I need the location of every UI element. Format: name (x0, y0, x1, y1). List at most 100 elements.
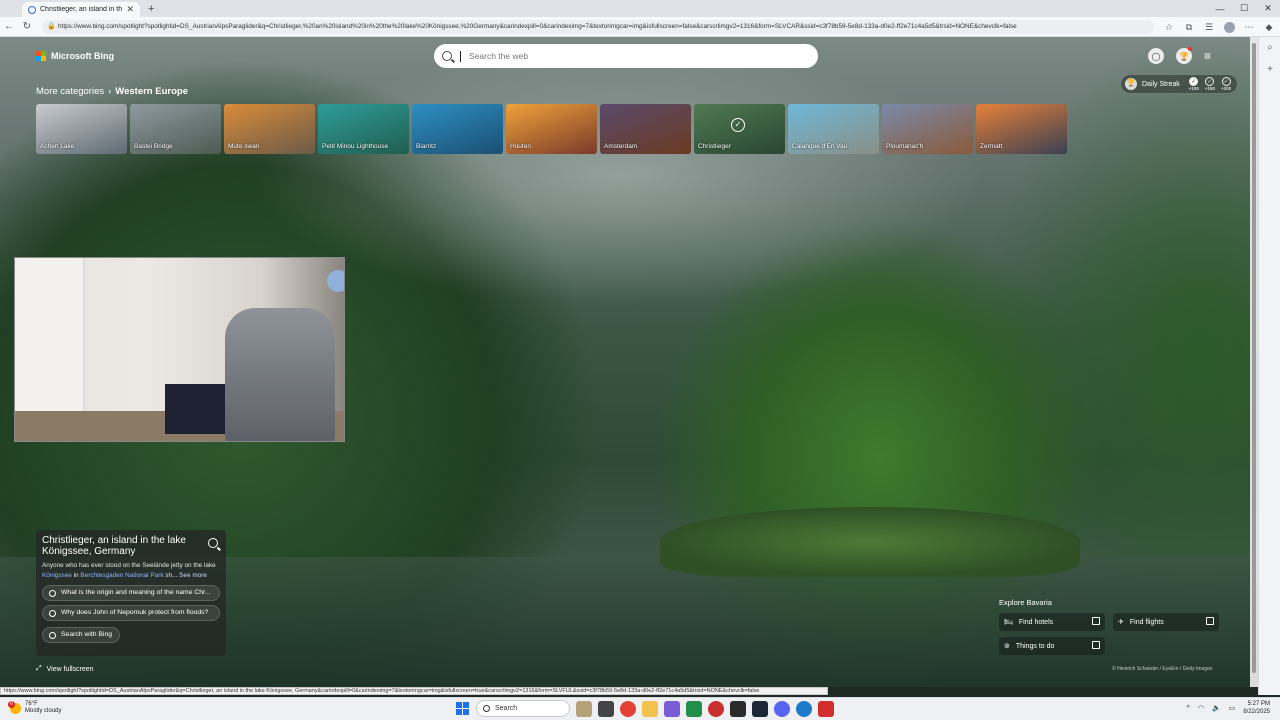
widget-app-icon[interactable] (576, 700, 592, 717)
search-input[interactable]: Search the web (469, 51, 528, 61)
question-chip[interactable]: What is the origin and meaning of the na… (42, 585, 220, 601)
webcam-chair (225, 308, 335, 441)
more-options-icon[interactable]: ⋯ (1242, 20, 1256, 34)
sun-icon: 6 (8, 700, 21, 714)
search-with-bing-button[interactable]: Search with Bing (42, 627, 120, 643)
collections-icon[interactable]: ☰ (1202, 20, 1216, 34)
explore-panel: Explore Bavaria 🛏 Find hotels ✈ Find fli… (999, 598, 1219, 655)
lock-icon: 🔒 (47, 23, 56, 30)
view-fullscreen-button[interactable]: ⤢ View fullscreen (36, 665, 94, 673)
info-search-icon[interactable] (208, 538, 218, 548)
category-card[interactable]: Bastei Bridge (130, 104, 221, 154)
chrome-icon[interactable] (620, 700, 636, 717)
question-chip[interactable]: Why does John of Nepomuk protect from fl… (42, 605, 220, 621)
image-credit: © Heinrich Schaeder / EyeEm / Getty Imag… (1112, 666, 1213, 672)
category-card[interactable]: Petit Minou Lighthouse (318, 104, 409, 154)
app-red-icon[interactable] (708, 700, 724, 717)
streak-progress: ✓ +100 ✓ +150 ✓ +200 (1189, 77, 1231, 91)
notification-badge: 6 (8, 700, 15, 708)
link-konigssee[interactable]: Königssee (42, 572, 72, 579)
category-card[interactable]: Biarritz (412, 104, 503, 154)
rewards-trophy-icon[interactable]: 🏆 (1176, 47, 1192, 64)
category-card[interactable]: Amsterdam (600, 104, 691, 154)
category-card[interactable]: Ploumanac'h (882, 104, 973, 154)
taskbar-search[interactable]: Search (476, 700, 570, 717)
category-card[interactable]: Calanque d'En Vau (788, 104, 879, 154)
desc-text: sh... (163, 572, 178, 579)
battery-icon[interactable]: ▭ (1229, 704, 1236, 712)
profile-avatar[interactable] (1222, 20, 1236, 34)
minimize-icon[interactable]: — (1208, 0, 1232, 17)
expand-icon: ⤢ (36, 665, 42, 672)
category-card[interactable]: Houten (506, 104, 597, 154)
category-card[interactable]: Mute swan (224, 104, 315, 154)
refresh-icon[interactable]: ↻ (18, 21, 36, 32)
find-hotels-button[interactable]: 🛏 Find hotels (999, 613, 1105, 631)
category-label: Achen Lake (40, 143, 75, 150)
maximize-icon[interactable]: ☐ (1232, 0, 1256, 17)
streak-step: ✓ +100 (1188, 77, 1199, 91)
close-window-icon[interactable]: ✕ (1256, 0, 1280, 17)
daily-streak-widget[interactable]: 🏆 Daily Streak ✓ +100 ✓ +150 ✓ +200 (1120, 74, 1238, 94)
task-view-icon[interactable] (598, 700, 614, 717)
tab-bing[interactable]: Christlieger, an island in the lake Köni… (22, 2, 140, 17)
discord-icon[interactable] (774, 700, 790, 717)
windows-start-icon[interactable] (456, 701, 470, 716)
steam-icon[interactable] (752, 700, 768, 717)
new-tab-button[interactable]: + (148, 2, 154, 17)
menu-hamburger-icon[interactable]: ≡ (1204, 49, 1211, 63)
category-card[interactable]: ✓ Christlieger (694, 104, 785, 154)
windows-taskbar: 6 76°F Mostly cloudy Search ^ ◠ 🔈 ▭ 5:27… (0, 697, 1280, 720)
speaker-icon[interactable]: 🔈 (1212, 704, 1221, 712)
category-label: Bastei Bridge (134, 143, 173, 150)
extensions-icon[interactable]: ⧉ (1182, 20, 1196, 34)
file-explorer-icon[interactable] (642, 700, 658, 717)
chevron-up-icon[interactable]: ^ (1187, 705, 1190, 712)
excel-icon[interactable] (686, 700, 702, 717)
scrollbar-thumb[interactable] (1252, 43, 1256, 673)
category-card[interactable]: Zermatt (976, 104, 1067, 154)
bing-spotlight-page: Microsoft Bing Search the web ◯ 🏆 ≡ 🏆 Da… (0, 37, 1258, 687)
toolbar-actions: ☆ ⧉ ☰ ⋯ ◆ (1162, 20, 1276, 34)
find-flights-button[interactable]: ✈ Find flights (1113, 613, 1219, 631)
tab-close-icon[interactable]: ✕ (126, 4, 134, 15)
streak-step: ✓ +200 (1221, 77, 1232, 91)
selected-check-icon: ✓ (731, 118, 745, 132)
favorite-star-icon[interactable]: ☆ (1162, 20, 1176, 34)
url-field[interactable]: 🔒 https://www.bing.com/spotlight?spotlig… (42, 20, 1154, 34)
streak-step: ✓ +150 (1204, 77, 1216, 91)
user-avatar-icon[interactable]: ◯ (1148, 48, 1164, 64)
app-icon[interactable] (664, 700, 680, 717)
breadcrumb-separator: › (108, 86, 112, 97)
things-to-do-label: Things to do (1015, 642, 1055, 650)
clock-time: 5:27 PM (1247, 701, 1270, 707)
info-title[interactable]: Christlieger, an island in the lake Köni… (42, 535, 192, 557)
category-label: Biarritz (416, 143, 437, 150)
weather-widget[interactable]: 6 76°F Mostly cloudy (8, 700, 61, 715)
epic-games-icon[interactable] (730, 700, 746, 717)
breadcrumb-more-categories[interactable]: More categories (36, 86, 104, 97)
category-label: Petit Minou Lighthouse (322, 143, 389, 150)
link-national-park[interactable]: Berchtesgaden National Park (80, 572, 163, 579)
clock[interactable]: 5:27 PM 8/22/2025 (1243, 700, 1270, 716)
app-active-icon[interactable] (818, 700, 834, 717)
url-text: https://www.bing.com/spotlight?spotlight… (58, 23, 1017, 30)
top-right-actions: ◯ 🏆 ≡ (1148, 47, 1211, 64)
copilot-icon[interactable]: ◆ (1262, 20, 1276, 34)
binoculars-icon: ⊚ (1004, 643, 1010, 650)
bing-logo-text: Microsoft Bing (51, 51, 114, 61)
wifi-icon[interactable]: ◠ (1198, 704, 1204, 712)
search-box[interactable]: Search the web (434, 44, 818, 68)
category-card[interactable]: Achen Lake (36, 104, 127, 154)
breadcrumb: More categories › Western Europe (36, 86, 188, 97)
bing-logo[interactable]: Microsoft Bing (36, 51, 114, 61)
sidebar-add-icon[interactable]: + (1259, 59, 1280, 81)
tab-title: Christlieger, an island in the lake Köni… (40, 6, 123, 13)
page-scrollbar[interactable] (1250, 37, 1258, 687)
browser-sidebar: ⌕ + (1258, 37, 1280, 695)
back-icon[interactable]: ← (0, 21, 18, 32)
things-to-do-button[interactable]: ⊚ Things to do (999, 637, 1105, 655)
see-more-link[interactable]: See more (179, 572, 207, 579)
edge-icon[interactable] (796, 700, 812, 717)
sidebar-search-icon[interactable]: ⌕ (1259, 37, 1280, 59)
